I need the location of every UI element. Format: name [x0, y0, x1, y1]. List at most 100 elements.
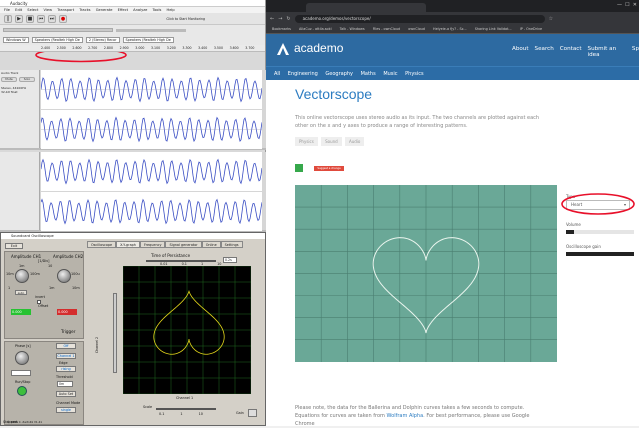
category-maths[interactable]: Maths: [361, 71, 376, 77]
menu-effect[interactable]: Effect: [118, 8, 128, 12]
tab-oscilloscope[interactable]: Oscilloscope: [87, 241, 117, 248]
category-physics[interactable]: Physics: [405, 71, 424, 77]
record-volume-slider[interactable]: [116, 28, 186, 32]
oscilloscope-titlebar: Soundcard Oscilloscope: [1, 233, 265, 239]
auto-set-button[interactable]: Auto Set: [56, 391, 76, 397]
solo-button[interactable]: Solo: [19, 77, 35, 82]
track-info-panel[interactable]: Audio Track Mute Solo Stereo, 44100Hz 32…: [0, 70, 40, 148]
academo-logo-icon[interactable]: [276, 42, 290, 56]
bookmark-item[interactable]: AllaCuz - attila.sokl: [299, 27, 331, 31]
y-scale-slider[interactable]: [113, 293, 117, 373]
category-all[interactable]: All: [274, 71, 280, 77]
skip-end-button[interactable]: ⏭: [48, 14, 56, 23]
channels-select[interactable]: 2 (Stereo) Recor: [85, 37, 120, 43]
waveform-channel-right-2[interactable]: [41, 192, 262, 231]
pause-button[interactable]: ‖: [4, 14, 12, 23]
menu-analyze[interactable]: Analyze: [133, 8, 147, 12]
bookmark-item[interactable]: IP - OneDrive: [520, 27, 542, 31]
amplitude-ch1-knob[interactable]: [15, 269, 29, 283]
record-button[interactable]: ●: [59, 14, 67, 23]
menu-generate[interactable]: Generate: [96, 8, 113, 12]
ruler-tick-label: 2.600: [72, 46, 82, 50]
edge-select[interactable]: rising: [56, 366, 76, 372]
monitor-hint[interactable]: Click to Start Monitoring: [166, 17, 205, 21]
input-device-select[interactable]: Speakers (Realtek High De: [31, 37, 83, 43]
browser-toolbar: ← → ↻ academo.org/demos/vectorscope/ ☆: [266, 12, 639, 25]
bookmark-item[interactable]: Sharing Link Validat...: [475, 27, 512, 31]
gain-slider[interactable]: [566, 252, 634, 256]
suggest-change-button[interactable]: Suggest a change: [314, 166, 344, 171]
bookmark-item[interactable]: Files - ownCloud: [373, 27, 401, 31]
nav-about[interactable]: About: [512, 46, 529, 58]
channel-mode-select[interactable]: single: [56, 407, 76, 413]
auto-ch1-button[interactable]: auto: [15, 290, 27, 295]
site-logo-text[interactable]: academo: [294, 41, 343, 55]
bookmark-item[interactable]: Bookmarks: [272, 27, 291, 31]
vectorscope-canvas[interactable]: [295, 185, 557, 362]
mute-button[interactable]: Mute: [1, 77, 17, 82]
menu-tools[interactable]: Tools: [152, 8, 161, 12]
persistance-value[interactable]: 0.2s: [223, 257, 237, 263]
x-scale-slider[interactable]: [156, 408, 216, 410]
track-name[interactable]: Audio Track: [1, 71, 38, 75]
active-tab[interactable]: [306, 3, 426, 12]
trigger-channel-select[interactable]: Channel 1: [56, 353, 76, 359]
phase-knob[interactable]: [15, 351, 29, 365]
menu-transport[interactable]: Transport: [57, 8, 74, 12]
waveform-channel-left[interactable]: [41, 70, 262, 109]
address-bar[interactable]: academo.org/demos/vectorscope/: [294, 14, 545, 23]
xy-scope-display[interactable]: [123, 266, 251, 394]
tab-signal-generator[interactable]: Signal generator: [165, 241, 202, 248]
forward-icon[interactable]: →: [278, 16, 282, 22]
tag-sound[interactable]: Sound: [321, 137, 342, 146]
bookmark-item[interactable]: ownCloud: [408, 27, 425, 31]
host-select[interactable]: Windows W: [3, 37, 29, 43]
timeline-ruler[interactable]: 2.400 2.500 2.600 2.700 2.800 2.900 3.000 3.100…: [0, 45, 265, 52]
tag-physics[interactable]: Physics: [295, 137, 318, 146]
trigger-mode-select[interactable]: Off: [56, 343, 76, 349]
track-info-panel-2[interactable]: [0, 152, 40, 230]
nav-submit-idea[interactable]: Submit an idea: [588, 46, 626, 58]
menu-select[interactable]: Select: [27, 8, 38, 12]
waveform-channel-left-2[interactable]: [41, 152, 262, 191]
volume-slider[interactable]: [566, 230, 634, 234]
back-icon[interactable]: ←: [270, 16, 274, 22]
audio-track-1: Audio Track Mute Solo Stereo, 44100Hz 32…: [0, 70, 266, 150]
tab-settings[interactable]: Settings: [220, 241, 243, 248]
nav-contact[interactable]: Contact: [560, 46, 582, 58]
category-engineering[interactable]: Engineering: [288, 71, 318, 77]
nav-search[interactable]: Search: [535, 46, 554, 58]
share-icon[interactable]: [295, 164, 303, 172]
run-stop-button[interactable]: [17, 386, 27, 396]
output-device-select[interactable]: Speakers (Realtek High De: [122, 37, 174, 43]
category-geography[interactable]: Geography: [325, 71, 353, 77]
stop-button[interactable]: ■: [26, 14, 34, 23]
amplitude-ch2-knob[interactable]: [57, 269, 71, 283]
menu-edit[interactable]: Edit: [15, 8, 22, 12]
gain-control[interactable]: [248, 409, 257, 417]
nav-sp[interactable]: Sp: [632, 46, 639, 58]
volume-slider-thumb[interactable]: [566, 230, 574, 234]
phase-value-field[interactable]: [11, 370, 31, 376]
wolfram-link[interactable]: Wolfram Alpha: [387, 413, 424, 419]
menu-view[interactable]: View: [44, 8, 53, 12]
skip-start-button[interactable]: ⏮: [37, 14, 45, 23]
tag-audio[interactable]: Audio: [344, 137, 365, 146]
tab-online[interactable]: Online: [201, 241, 221, 248]
tab-xy-graph[interactable]: X-Y-graph: [116, 241, 140, 248]
tab-frequency[interactable]: Frequency: [139, 241, 166, 248]
reload-icon[interactable]: ↻: [286, 16, 290, 22]
exit-button[interactable]: Exit: [5, 243, 23, 249]
menu-file[interactable]: File: [4, 8, 10, 12]
bookmark-item[interactable]: Helyeie-a fjy? - Sz...: [433, 27, 467, 31]
star-icon[interactable]: ☆: [549, 16, 553, 22]
playback-meter[interactable]: [3, 28, 113, 32]
waveform-channel-right[interactable]: [41, 110, 262, 149]
menu-tracks[interactable]: Tracks: [79, 8, 90, 12]
bookmark-item[interactable]: Talk - Windows: [340, 27, 365, 31]
window-controls[interactable]: — ☐ ✕: [617, 2, 637, 8]
category-music[interactable]: Music: [383, 71, 397, 77]
menu-help[interactable]: Help: [167, 8, 175, 12]
threshold-field[interactable]: 0m: [57, 381, 73, 387]
play-button[interactable]: ▶: [15, 14, 23, 23]
